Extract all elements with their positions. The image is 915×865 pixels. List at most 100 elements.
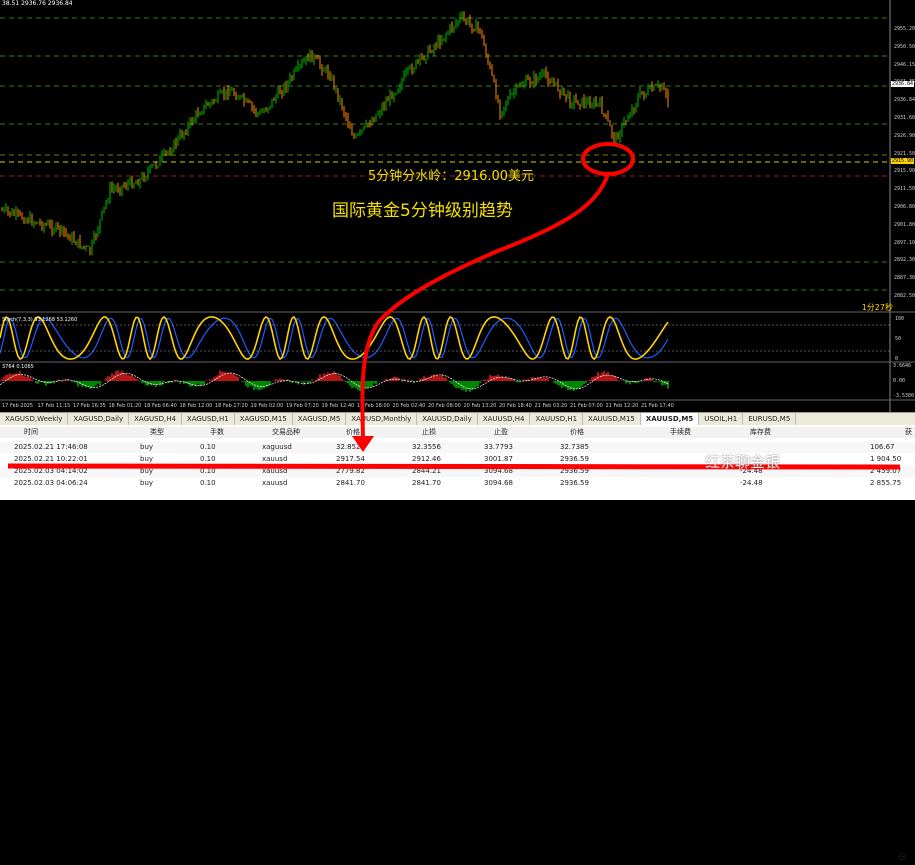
table-cell: xauusd [262,479,288,487]
table-cell: 2 459.07 [870,467,902,475]
price-tick: 2950.50 [894,43,915,50]
price-tick: 2901.80 [894,221,915,228]
table-cell: 2841.70 [336,479,365,487]
macd-tick: -3.5300 [893,393,915,399]
table-cell: 3001.87 [484,455,513,463]
time-tick: 17 Feb 16:35 [73,403,106,409]
time-tick: 20 Feb 13:20 [463,403,497,409]
table-cell: 2025.02.21 10:22:01 [14,455,88,463]
table-cell: 2779.82 [336,467,365,475]
column-header[interactable]: 价格 [346,427,360,438]
table-cell: buy [140,455,154,463]
chart-ohlc-info: 38.51 2936.76 2936.84 [2,0,73,7]
time-tick: 21 Feb 03:20 [534,403,568,409]
column-header[interactable]: 价格 [570,427,584,438]
table-cell: 32.8525 [336,443,365,451]
table-cell: xaguusd [262,443,292,451]
time-tick: 19 Feb 12:40 [321,403,355,409]
stoch-tick: 0 [895,356,899,362]
column-header[interactable]: 手数 [210,427,224,438]
price-tick: 2936.84 [894,97,915,104]
time-tick: 18 Feb 12:00 [179,403,213,409]
table-cell: 0.10 [200,455,216,463]
table-cell: 2025.02.03 04:14:02 [14,467,88,475]
stoch-label: Stoch(7,3,3) 93.1268 53.1260 [2,317,78,323]
macd-label: 3764 0.1065 [2,364,34,370]
time-tick: 19 Feb 02:00 [250,403,284,409]
table-cell: 0.10 [200,479,216,487]
stoch-tick: 50 [895,336,902,342]
time-tick: 18 Feb 17:20 [215,403,248,409]
time-tick: 20 Feb 02:40 [392,403,426,409]
table-cell: 2912.46 [412,455,441,463]
table-cell: xauusd [262,467,288,475]
macd-tick: 0.00 [893,378,906,384]
time-tick: 20 Feb 08:00 [428,403,461,409]
table-row[interactable]: 2025.02.03 04:06:24 buy 0.10 xauusd 2841.70 2… [0,478,915,489]
time-tick: 18 Feb 01:20 [108,403,142,409]
column-header[interactable]: 时间 [24,427,38,438]
column-header[interactable]: 止盈 [494,427,508,438]
table-cell: 0.10 [200,443,216,451]
table-cell: 3094.68 [484,467,513,475]
price-tick: 2892.30 [894,257,915,264]
time-tick: 17 Feb 11:15 [37,403,71,409]
table-cell: buy [140,443,154,451]
time-tick: 19 Feb 18:00 [357,403,390,409]
trend-annotation: 国际黄金5分钟级别趋势 [332,201,513,221]
table-cell: 32.7385 [560,443,589,451]
time-tick: 17 Feb 2025 [2,403,34,409]
price-tick: 2946.15 [894,61,915,68]
price-tick: 2915.90 [894,168,915,175]
column-header[interactable]: 获 [905,427,912,438]
watermark: 红茶聊金银 [705,453,781,471]
column-header[interactable]: 库存费 [750,427,771,438]
price-chart[interactable]: 38.51 2936.76 2936.84 5分钟分水岭：2916.00美元 国… [0,0,915,412]
table-cell: 2025.02.03 04:06:24 [14,479,88,487]
chart-tabs: XAGUSD,Weekly XAGUSD,Daily XAGUSD,H4 XAGUSD… [0,412,915,426]
column-header[interactable]: 类型 [150,427,164,438]
table-cell: 1 904.50 [870,455,902,463]
time-tick: 21 Feb 07:00 [570,403,603,409]
price-tick: 2911.50 [894,186,915,193]
time-tick: 18 Feb 06:40 [144,403,177,409]
bar-countdown: 1分27秒 [861,303,893,312]
table-header: 时间 类型 手数 交易品种 价格 止损 止盈 价格 手续费 库存费 获 [0,427,915,438]
table-cell: -24.48 [740,479,763,487]
table-cell: 33.7793 [484,443,513,451]
table-cell: buy [140,479,154,487]
price-tick: 2931.60 [894,115,915,121]
level-price-tag: 2915.90 [891,158,915,164]
price-tick: 2897.10 [894,239,915,246]
time-tick: 19 Feb 07:20 [286,403,319,409]
time-tick: 21 Feb 17:40 [641,403,674,409]
table-cell: 2 855.75 [870,479,902,487]
table-cell: 2844.21 [412,467,441,475]
ai-badge-icon: ⚇ [898,853,907,863]
table-cell: 32.3556 [412,443,441,451]
table-cell: 3094.68 [484,479,513,487]
time-tick: 21 Feb 12:20 [605,403,639,409]
stoch-tick: 100 [895,316,905,322]
table-cell: 2917.54 [336,455,365,463]
price-tick: 2887.30 [894,275,915,282]
table-cell: buy [140,467,154,475]
price-tick: 2926.90 [894,132,915,139]
macd-tick: 3.6646 [893,363,912,369]
table-cell: 2936.59 [560,479,589,487]
price-tick: 2906.80 [894,204,915,210]
table-cell: xauusd [262,455,288,463]
price-tick: 2882.50 [894,293,915,299]
table-cell: 0.10 [200,467,216,475]
table-cell: 106.67 [870,443,895,451]
column-header[interactable]: 手续费 [670,427,691,438]
table-cell: 2936.59 [560,455,589,463]
column-header[interactable]: 止损 [422,427,436,438]
time-tick: 20 Feb 18:40 [499,403,532,409]
column-header[interactable]: 交易品种 [272,427,300,438]
table-cell: 2025.02.21 17:46:08 [14,443,88,451]
current-price-tag: 2936.84 [891,81,915,87]
price-tick: 2921.50 [894,150,915,157]
table-cell: 2936.59 [560,467,589,475]
price-tick: 2955.20 [894,26,915,32]
